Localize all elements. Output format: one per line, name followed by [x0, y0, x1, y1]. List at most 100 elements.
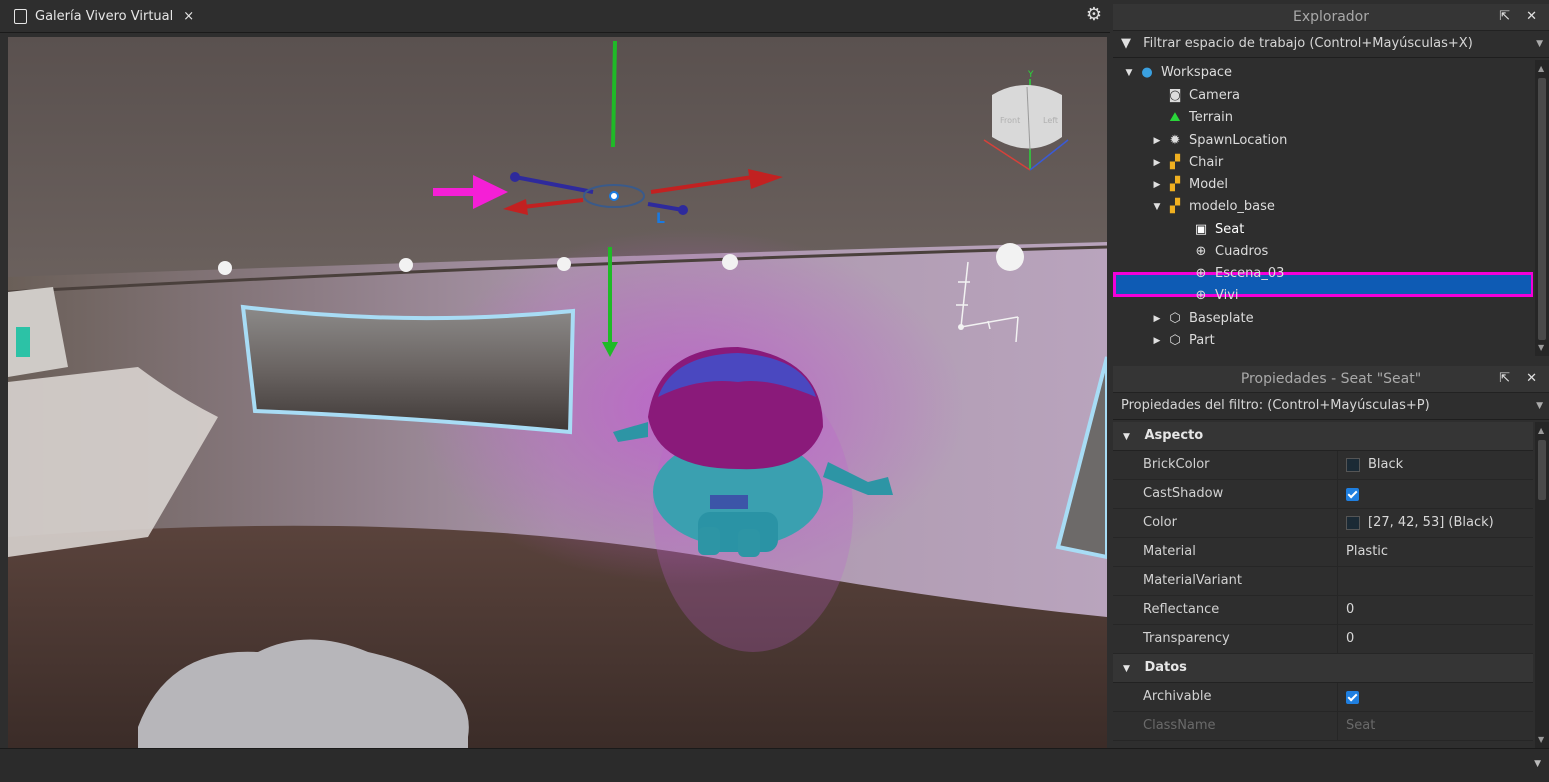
tree-item-label: Terrain [1189, 110, 1234, 125]
chevron-down-icon[interactable]: ▼ [1538, 735, 1544, 744]
checkbox-checked[interactable] [1346, 487, 1359, 501]
section-datos[interactable]: ▼ Datos [1113, 654, 1533, 683]
tree-item-label: modelo_base [1189, 199, 1275, 214]
color-swatch[interactable] [1346, 458, 1360, 472]
model-icon: ▞ [1170, 177, 1180, 192]
chevron-right-icon[interactable]: ▶ [1151, 130, 1163, 152]
gear-icon[interactable]: ⚙ [1084, 5, 1104, 25]
tree-item-camera[interactable]: ◙ Camera [1151, 85, 1240, 107]
properties-window-controls[interactable]: ⇱ ✕ [1499, 366, 1543, 392]
prop-value[interactable]: Black [1338, 451, 1533, 479]
chevron-down-icon[interactable]: ▼ [1536, 31, 1543, 57]
tree-item-label: Cuadros [1215, 244, 1269, 259]
prop-row-material[interactable]: Material Plastic [1113, 538, 1533, 567]
tree-item-vivi[interactable]: ⊕ Vivi [1177, 285, 1239, 307]
camera-icon: ◙ [1168, 88, 1182, 103]
chevron-down-icon[interactable]: ▼ [1123, 664, 1130, 674]
section-title: Datos [1144, 660, 1187, 675]
part-icon: ⬡ [1169, 311, 1181, 326]
tree-item-label: Escena_03 [1215, 266, 1285, 281]
tree-item-label: Model [1189, 177, 1229, 192]
tree-item-escena-03[interactable]: ⊕ Escena_03 [1177, 263, 1285, 285]
prop-name: CastShadow [1113, 480, 1338, 508]
tree-item-cuadros[interactable]: ⊕ Cuadros [1177, 241, 1269, 263]
prop-value[interactable]: 0 [1338, 596, 1533, 624]
section-aspecto[interactable]: ▼ Aspecto [1113, 422, 1533, 451]
tree-item-label: Camera [1189, 88, 1241, 103]
tree-selection-highlight [1113, 272, 1533, 297]
prop-value[interactable] [1338, 567, 1533, 595]
terrain-icon: ⛰ [1169, 110, 1181, 125]
prop-value[interactable] [1338, 480, 1533, 508]
svg-text:L: L [656, 211, 665, 227]
explorer-scrollbar[interactable]: ▲ ▼ [1535, 60, 1549, 356]
chevron-down-icon[interactable]: ▼ [1123, 62, 1135, 84]
part-icon: ⬡ [1169, 333, 1181, 348]
prop-value[interactable] [1338, 683, 1533, 711]
properties-scrollbar[interactable]: ▲ ▼ [1535, 422, 1549, 748]
tree-item-spawnlocation[interactable]: ▶ ✹ SpawnLocation [1151, 130, 1288, 152]
checkbox-checked[interactable] [1346, 690, 1359, 704]
prop-row-color[interactable]: Color [27, 42, 53] (Black) [1113, 509, 1533, 538]
3d-viewport[interactable]: L Y Front Left [8, 37, 1107, 748]
view-cube[interactable]: Y Front Left [980, 65, 1072, 175]
chevron-down-icon[interactable]: ▼ [1536, 393, 1543, 419]
chevron-down-icon[interactable]: ▼ [1151, 196, 1163, 218]
chevron-right-icon[interactable]: ▶ [1151, 308, 1163, 330]
document-icon [14, 9, 27, 24]
color-swatch[interactable] [1346, 516, 1360, 530]
prop-row-reflectance[interactable]: Reflectance 0 [1113, 596, 1533, 625]
tree-item-baseplate[interactable]: ▶ ⬡ Baseplate [1151, 308, 1254, 330]
explorer-filter-input[interactable]: ▼ Filtrar espacio de trabajo (Control+Ma… [1113, 31, 1549, 58]
prop-name: Color [1113, 509, 1338, 537]
tree-item-workspace[interactable]: ▼ ● Workspace [1123, 62, 1233, 84]
chevron-right-icon[interactable]: ▶ [1151, 330, 1163, 352]
chevron-down-icon[interactable]: ▼ [1538, 343, 1544, 352]
scroll-thumb[interactable] [1538, 440, 1546, 500]
model-icon: ▞ [1170, 155, 1180, 170]
prop-row-castshadow[interactable]: CastShadow [1113, 480, 1533, 509]
tree-item-label: Workspace [1161, 65, 1233, 80]
prop-name: Reflectance [1113, 596, 1338, 624]
tab-title: Galería Vivero Virtual [35, 9, 174, 24]
tree-item-label: Baseplate [1189, 311, 1254, 326]
tree-item-terrain[interactable]: ⛰ Terrain [1151, 107, 1233, 129]
prop-name: Transparency [1113, 625, 1338, 653]
tree-item-chair[interactable]: ▶ ▞ Chair [1151, 152, 1224, 174]
prop-value[interactable]: 0 [1338, 625, 1533, 653]
chevron-up-icon[interactable]: ▲ [1538, 64, 1544, 73]
prop-value[interactable]: Plastic [1338, 538, 1533, 566]
properties-filter-input[interactable]: Propiedades del filtro: (Control+Mayúscu… [1113, 393, 1549, 420]
prop-row-brickcolor[interactable]: BrickColor Black [1113, 451, 1533, 480]
explorer-window-controls[interactable]: ⇱ ✕ [1499, 4, 1543, 30]
tree-item-label: SpawnLocation [1189, 133, 1288, 148]
prop-value[interactable]: [27, 42, 53] (Black) [1338, 509, 1533, 537]
prop-row-archivable[interactable]: Archivable [1113, 683, 1533, 712]
tree-item-modelo-base[interactable]: ▼ ▞ modelo_base [1151, 196, 1275, 218]
tree-item-label: Vivi [1215, 288, 1239, 303]
close-icon[interactable]: × [183, 9, 194, 24]
tree-item-model[interactable]: ▶ ▞ Model [1151, 174, 1229, 196]
svg-text:Y: Y [1027, 70, 1034, 80]
bottom-status-strip: ▼ [0, 748, 1549, 782]
properties-grid: ▼ Aspecto BrickColor Black CastShadow Co… [1113, 422, 1533, 748]
scroll-thumb[interactable] [1538, 78, 1546, 340]
prop-value: Seat [1346, 718, 1376, 733]
tab-galeria[interactable]: Galería Vivero Virtual × [6, 3, 205, 30]
chevron-right-icon[interactable]: ▶ [1151, 174, 1163, 196]
prop-row-materialvariant[interactable]: MaterialVariant [1113, 567, 1533, 596]
chevron-down-icon[interactable]: ▼ [1534, 759, 1541, 769]
tree-item-seat[interactable]: ▣ Seat [1177, 219, 1244, 241]
tree-item-part[interactable]: ▶ ⬡ Part [1151, 330, 1215, 352]
prop-name: Archivable [1113, 683, 1338, 711]
prop-row-transparency[interactable]: Transparency 0 [1113, 625, 1533, 654]
explorer-title-bar: Explorador ⇱ ✕ [1113, 4, 1549, 31]
chevron-up-icon[interactable]: ▲ [1538, 426, 1544, 435]
filter-icon: ▼ [1121, 36, 1131, 51]
mesh-icon: ⊕ [1195, 288, 1207, 303]
explorer-filter-text: Filtrar espacio de trabajo (Control+Mayú… [1143, 36, 1473, 51]
explorer-panel: Explorador ⇱ ✕ ▼ Filtrar espacio de trab… [1113, 4, 1549, 356]
chevron-right-icon[interactable]: ▶ [1151, 152, 1163, 174]
seat-icon: ▣ [1194, 222, 1208, 237]
chevron-down-icon[interactable]: ▼ [1123, 432, 1130, 442]
